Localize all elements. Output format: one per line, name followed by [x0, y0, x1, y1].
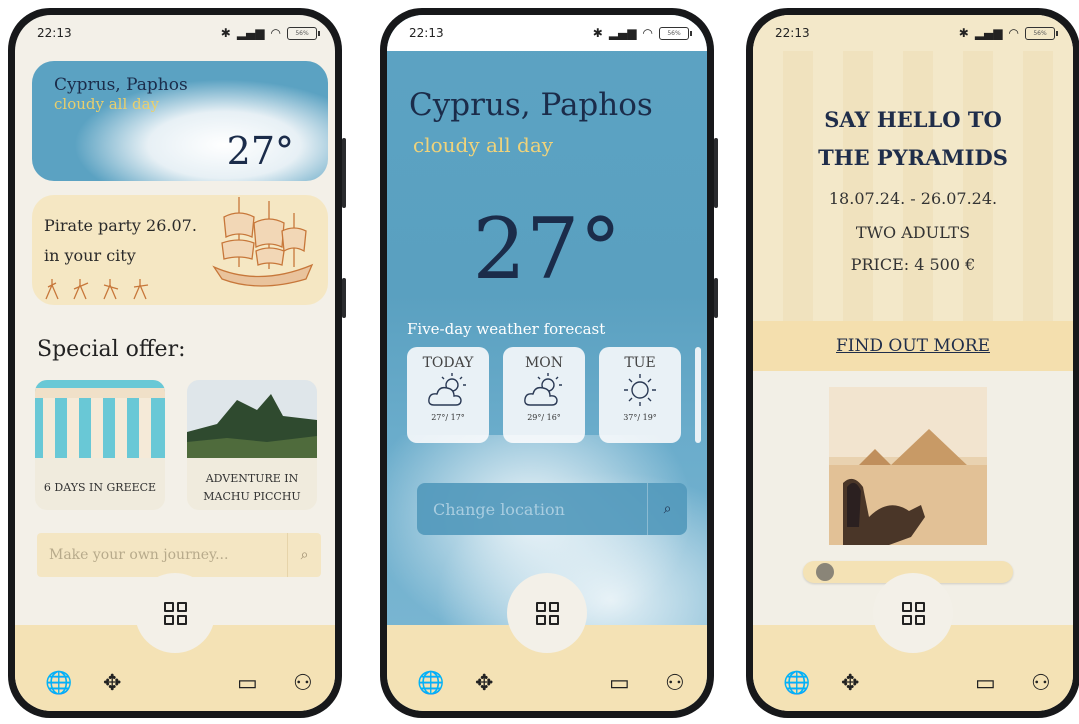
signal-icon: ▂▄▆	[236, 26, 265, 40]
weather-temp: 27°	[472, 200, 622, 298]
forecast-card-partial[interactable]	[695, 347, 701, 443]
wifi-icon: ◠	[1008, 26, 1019, 40]
forecast-range: 27°/ 17°	[431, 413, 465, 422]
ticket-icon[interactable]: ▭	[609, 673, 630, 695]
pirate-ship-illustration	[212, 197, 314, 287]
bluetooth-icon: ✱	[592, 26, 603, 40]
offer-label: ADVENTURE IN MACHU PICCHU	[203, 472, 301, 503]
offer-dates: 18.07.24. - 26.07.24.	[828, 189, 998, 208]
forecast-range: 29°/ 16°	[527, 413, 561, 422]
grid-menu-button[interactable]	[873, 573, 953, 653]
forecast-list[interactable]: TODAY 27°/ 17° MON 29°/ 16° TUE 37°/ 19°	[407, 347, 701, 443]
forecast-title: Five-day weather forecast	[407, 320, 606, 338]
weather-city: Cyprus, Paphos	[54, 75, 188, 95]
wifi-icon: ◠	[270, 26, 281, 40]
offer-screen: 22:13 ✱ ▂▄▆ ◠ 56% SAY HELLO TO THE PYRAM…	[753, 15, 1073, 711]
journey-input[interactable]: Make your own journey...	[37, 547, 287, 563]
offer-people: TWO ADULTS	[855, 223, 971, 242]
offer-card-machu-picchu[interactable]: ADVENTURE IN MACHU PICCHU	[187, 380, 317, 510]
user-icon[interactable]: ⚇	[1031, 673, 1051, 695]
special-offer-title: Special offer:	[37, 337, 186, 362]
weather-screen: 22:13 ✱ ▂▄▆ ◠ 56% Cyprus, Paphos cloudy …	[387, 15, 707, 711]
grid-menu-icon	[535, 601, 559, 625]
ticket-icon[interactable]: ▭	[237, 673, 258, 695]
grid-menu-icon	[163, 601, 187, 625]
weather-condition: cloudy all day	[54, 95, 160, 113]
sun-icon	[624, 374, 656, 406]
grid-menu-button[interactable]	[135, 573, 215, 653]
offer-price: PRICE: 4 500 €	[850, 255, 976, 274]
greece-temple-image	[35, 380, 165, 458]
globe-plane-icon[interactable]: 🌐	[45, 673, 72, 695]
battery-icon: 56%	[287, 26, 320, 40]
bluetooth-icon: ✱	[220, 26, 231, 40]
ticket-icon[interactable]: ▭	[975, 673, 996, 695]
offer-hero: SAY HELLO TO THE PYRAMIDS 18.07.24. - 26…	[753, 51, 1073, 321]
bluetooth-icon: ✱	[958, 26, 969, 40]
globe-plane-icon[interactable]: 🌐	[783, 673, 810, 695]
grid-menu-icon	[901, 601, 925, 625]
phone-weather: 22:13 ✱ ▂▄▆ ◠ 56% Cyprus, Paphos cloudy …	[380, 8, 718, 718]
status-bar: 22:13 ✱ ▂▄▆ ◠ 56%	[15, 15, 335, 51]
weather-city: Cyprus, Paphos	[409, 87, 653, 123]
move-arrows-icon[interactable]: ✥	[841, 673, 859, 695]
offer-title-line1: SAY HELLO TO	[824, 107, 1002, 132]
forecast-card[interactable]: MON 29°/ 16°	[503, 347, 585, 443]
partly-cloudy-icon	[524, 373, 562, 406]
weather-temp: 27°	[226, 129, 294, 173]
user-icon[interactable]: ⚇	[293, 673, 313, 695]
machu-picchu-image	[187, 380, 317, 458]
status-time: 22:13	[37, 26, 72, 40]
battery-icon: 56%	[659, 26, 692, 40]
grid-menu-button[interactable]	[507, 573, 587, 653]
offer-title-line2: THE PYRAMIDS	[818, 145, 1008, 170]
event-card[interactable]: Pirate party 26.07. in your city	[32, 195, 328, 305]
forecast-day: TODAY	[422, 355, 474, 371]
forecast-card[interactable]: TODAY 27°/ 17°	[407, 347, 489, 443]
partly-cloudy-icon	[428, 373, 466, 406]
status-bar: 22:13 ✱ ▂▄▆ ◠ 56%	[387, 15, 707, 51]
offer-label: 6 DAYS IN GREECE	[43, 481, 157, 494]
location-input[interactable]: Change location	[417, 500, 647, 519]
slider-knob[interactable]	[816, 563, 835, 581]
forecast-range: 37°/ 19°	[623, 413, 657, 422]
signal-icon: ▂▄▆	[974, 26, 1003, 40]
status-bar: 22:13 ✱ ▂▄▆ ◠ 56%	[753, 15, 1073, 51]
phone-offer: 22:13 ✱ ▂▄▆ ◠ 56% SAY HELLO TO THE PYRAM…	[746, 8, 1079, 718]
home-screen: 22:13 ✱ ▂▄▆ ◠ 56% Cyprus, Paphos cloudy …	[15, 15, 335, 711]
battery-icon: 56%	[1025, 26, 1058, 40]
forecast-day: MON	[524, 355, 564, 371]
offer-card-greece[interactable]: 6 DAYS IN GREECE	[35, 380, 165, 510]
status-time: 22:13	[775, 26, 810, 40]
globe-plane-icon[interactable]: 🌐	[417, 673, 444, 695]
wifi-icon: ◠	[642, 26, 653, 40]
move-arrows-icon[interactable]: ✥	[103, 673, 121, 695]
signal-icon: ▂▄▆	[608, 26, 637, 40]
user-icon[interactable]: ⚇	[665, 673, 685, 695]
phone-home: 22:13 ✱ ▂▄▆ ◠ 56% Cyprus, Paphos cloudy …	[8, 8, 346, 718]
offer-title: SAY HELLO TO THE PYRAMIDS	[753, 101, 1073, 177]
forecast-card[interactable]: TUE 37°/ 19°	[599, 347, 681, 443]
status-time: 22:13	[409, 26, 444, 40]
pyramids-image	[829, 387, 987, 545]
weather-condition: cloudy all day	[413, 133, 554, 157]
move-arrows-icon[interactable]: ✥	[475, 673, 493, 695]
weather-card[interactable]: Cyprus, Paphos cloudy all day 27°	[32, 61, 328, 181]
pirates-illustration	[45, 279, 149, 300]
journey-search[interactable]: Make your own journey... ⌕	[37, 533, 321, 577]
location-search[interactable]: Change location ⌕	[417, 483, 687, 535]
find-out-more-link[interactable]: FIND OUT MORE	[753, 321, 1073, 371]
search-icon[interactable]: ⌕	[647, 483, 687, 535]
search-icon[interactable]: ⌕	[287, 533, 321, 577]
forecast-day: TUE	[624, 355, 656, 371]
